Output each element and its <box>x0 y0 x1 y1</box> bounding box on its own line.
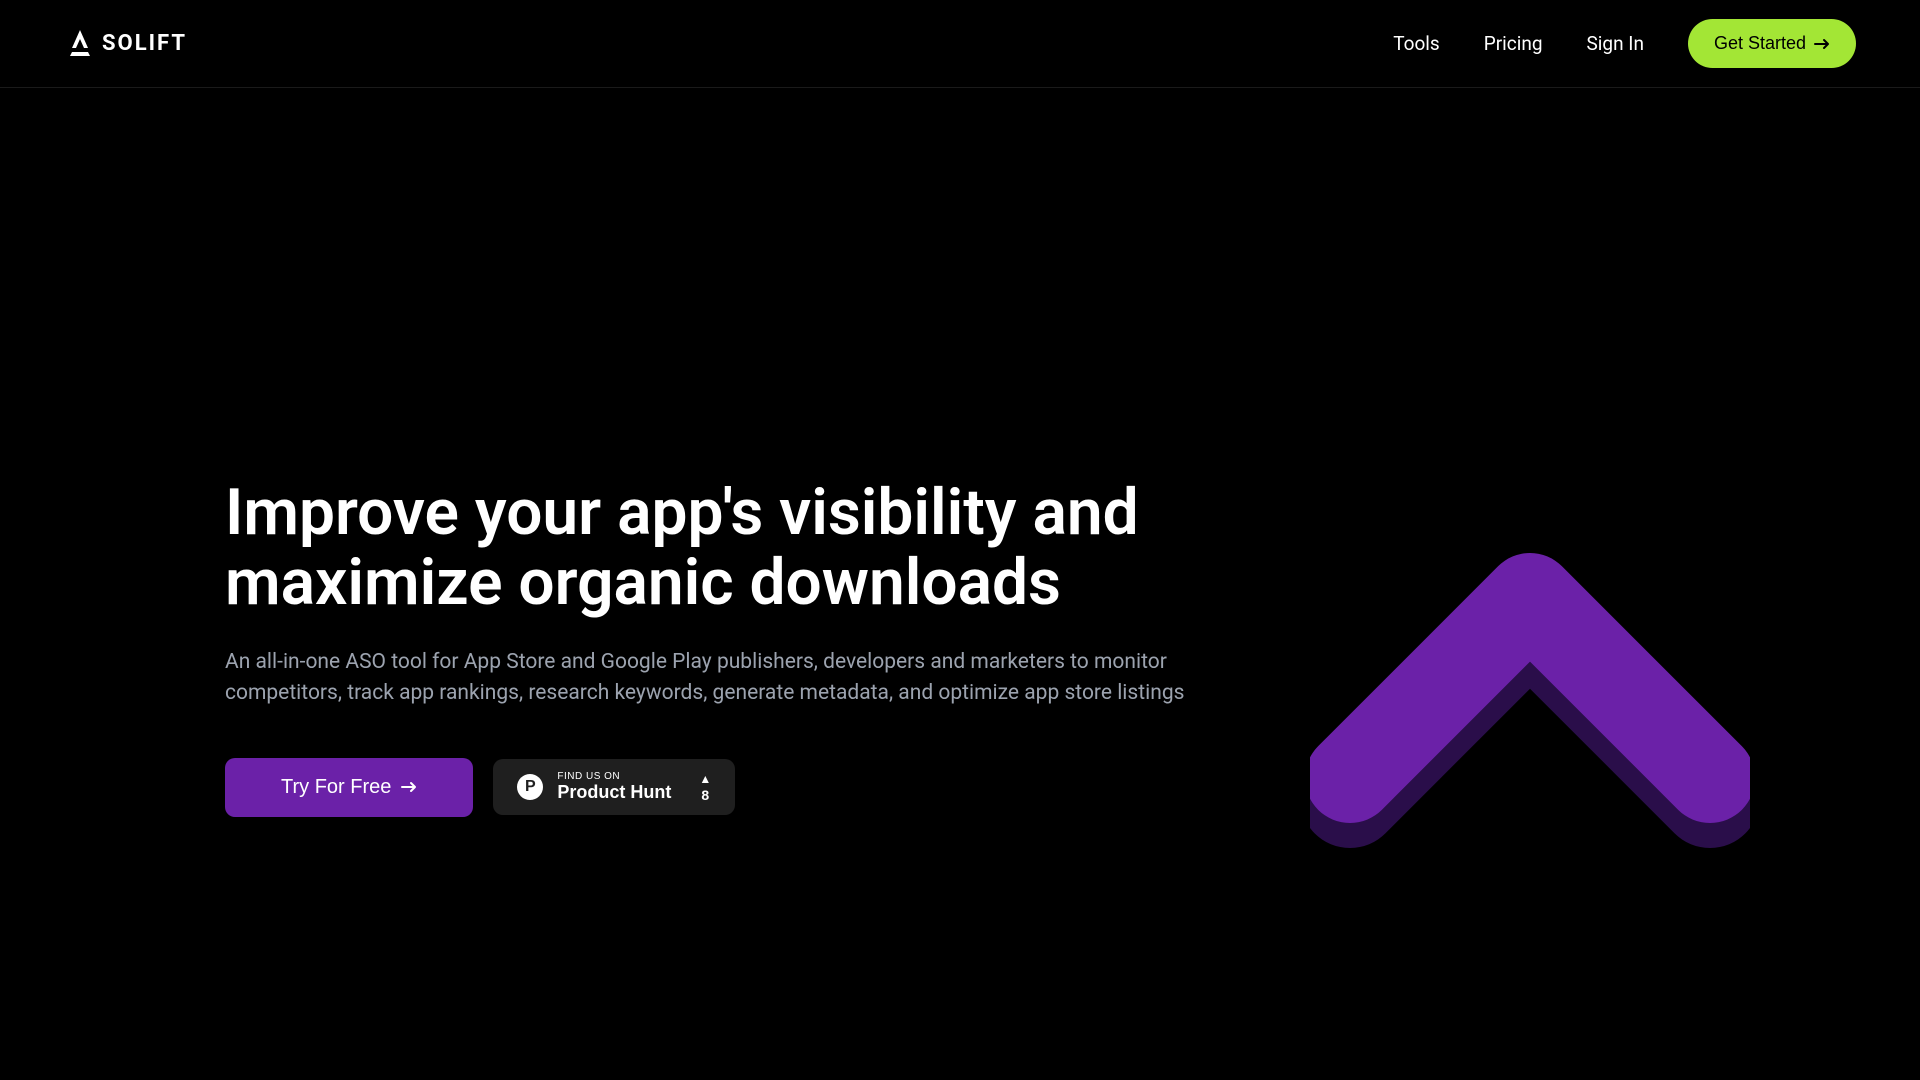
product-hunt-find-us: FIND US ON <box>557 771 620 782</box>
product-hunt-vote-count: 8 <box>701 787 709 803</box>
header: SOLIFT Tools Pricing Sign In Get Started <box>0 0 1920 88</box>
product-hunt-icon: P <box>517 774 543 800</box>
nav-tools[interactable]: Tools <box>1393 32 1440 55</box>
try-free-label: Try For Free <box>281 776 391 799</box>
product-hunt-button[interactable]: P FIND US ON Product Hunt ▲ 8 <box>493 759 735 815</box>
logo[interactable]: SOLIFT <box>64 28 187 60</box>
triangle-up-icon: ▲ <box>699 772 711 786</box>
chevron-decoration <box>1310 518 1750 898</box>
arrow-right-icon <box>401 781 417 793</box>
product-hunt-name: Product Hunt <box>557 782 671 803</box>
logo-icon <box>64 28 96 60</box>
nav-signin[interactable]: Sign In <box>1587 32 1644 55</box>
logo-text: SOLIFT <box>102 31 187 56</box>
nav: Tools Pricing Sign In Get Started <box>1393 19 1856 68</box>
product-hunt-votes: ▲ 8 <box>699 772 711 803</box>
get-started-label: Get Started <box>1714 33 1806 54</box>
hero-title: Improve your app's visibility and maximi… <box>225 478 1275 619</box>
nav-pricing[interactable]: Pricing <box>1484 32 1543 55</box>
get-started-button[interactable]: Get Started <box>1688 19 1856 68</box>
try-free-button[interactable]: Try For Free <box>225 758 473 817</box>
hero-subtitle: An all-in-one ASO tool for App Store and… <box>225 647 1285 710</box>
product-hunt-text: FIND US ON Product Hunt <box>557 771 671 803</box>
hero-section: Improve your app's visibility and maximi… <box>0 88 1920 817</box>
arrow-right-icon <box>1814 38 1830 50</box>
